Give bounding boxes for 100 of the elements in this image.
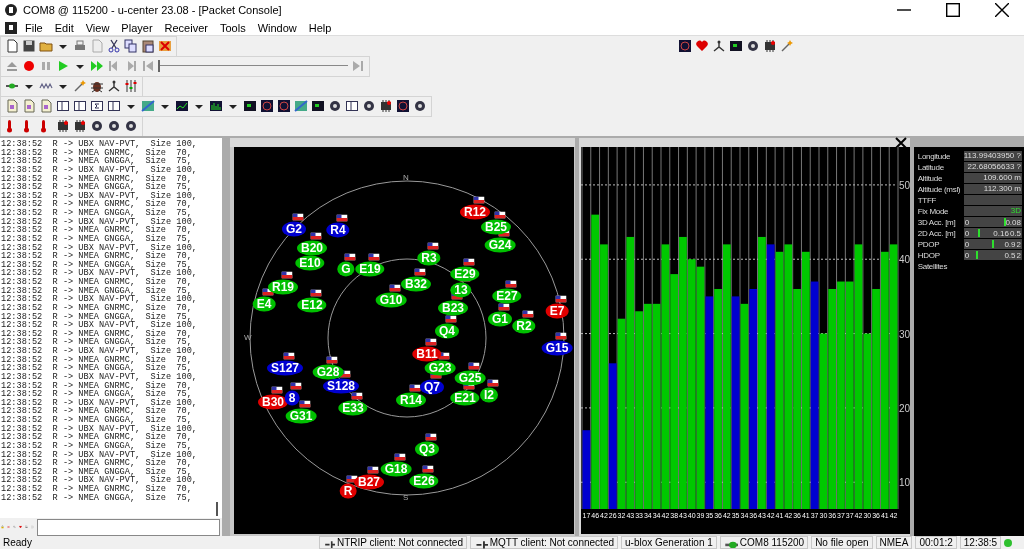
console-line: 12:38:52 R -> NMEA GNRMC, Size 70, [1, 433, 192, 442]
save-icon[interactable] [22, 39, 36, 53]
menu-item[interactable]: Receiver [159, 21, 213, 34]
status-text: COM8 115200 [739, 537, 805, 548]
gear-icon[interactable] [328, 99, 342, 113]
flag-icon [271, 386, 283, 394]
clipboard-icon[interactable] [141, 39, 155, 53]
monitor-icon[interactable] [243, 99, 257, 113]
info-value: 112.300 m [963, 184, 1022, 194]
menu-item[interactable]: Edit [49, 21, 79, 34]
gear-icon[interactable] [90, 119, 104, 133]
menu-item[interactable]: View [80, 21, 115, 34]
menu-item[interactable]: Tools [214, 21, 251, 34]
antenna-icon[interactable] [712, 39, 726, 53]
new-file-icon[interactable] [5, 39, 19, 53]
line-chart-icon[interactable] [175, 99, 189, 113]
chip-icon[interactable] [763, 39, 777, 53]
flag-icon [487, 379, 499, 387]
heart-icon[interactable] [695, 39, 709, 53]
satellite-marker: 8 [284, 390, 300, 406]
command-field[interactable] [37, 518, 220, 536]
console-line: 12:38:52 R -> NMEA GNGGA, Size 75, [1, 209, 192, 218]
info-label: Altitude [917, 173, 944, 183]
record-icon[interactable] [22, 59, 36, 73]
document-icon[interactable] [5, 99, 19, 113]
satellite-marker: E4 [252, 296, 276, 312]
window-title: COM8 @ 115200 - u-center 23.08 - [Packet Console] [23, 4, 283, 16]
flag-icon [281, 271, 293, 279]
info-label: Longitude [917, 151, 952, 161]
console-line: 12:38:52 R -> NMEA GNGGA, Size 75, [1, 390, 192, 399]
chip-icon[interactable] [73, 119, 87, 133]
satellite-marker: G31 [285, 408, 317, 424]
gear-icon[interactable] [107, 119, 121, 133]
scissors-icon[interactable] [107, 39, 121, 53]
wand-icon[interactable] [73, 79, 87, 93]
sum-icon[interactable] [90, 99, 104, 113]
satellite-marker: G1 [488, 311, 512, 327]
scrollbar-thumb[interactable] [216, 502, 218, 516]
chip-icon[interactable] [56, 119, 70, 133]
panel-icon[interactable] [345, 99, 359, 113]
close-icon[interactable] [893, 135, 908, 150]
maximize-icon[interactable] [946, 3, 960, 17]
globe-icon[interactable] [260, 99, 274, 113]
flag-icon [394, 453, 406, 461]
gear-icon[interactable] [124, 119, 138, 133]
satellite-marker: E12 [297, 297, 327, 313]
panel-icon[interactable] [73, 99, 87, 113]
info-label: Latitude [917, 162, 945, 172]
antenna-icon[interactable] [107, 79, 121, 93]
wand-icon[interactable] [780, 39, 794, 53]
flag-icon [445, 315, 457, 323]
info-value: 22.68056633 ? [963, 162, 1022, 172]
satellite-marker: G23 [424, 360, 456, 376]
globe-icon[interactable] [678, 39, 692, 53]
gear-icon[interactable] [362, 99, 376, 113]
map-icon[interactable] [141, 99, 155, 113]
axis-tick-label: 20 [898, 402, 910, 414]
satellite-marker: R4 [326, 222, 350, 238]
globe-icon[interactable] [396, 99, 410, 113]
menu-item[interactable]: Window [252, 21, 302, 34]
position-slider[interactable] [158, 60, 348, 72]
status-text: NMEA [875, 536, 913, 549]
gear-icon[interactable] [746, 39, 760, 53]
flag-icon [336, 214, 348, 222]
skip-start-icon[interactable] [141, 59, 155, 73]
flag-icon [425, 338, 437, 346]
info-value [963, 195, 1022, 205]
close-icon[interactable] [995, 3, 1009, 17]
menu-item[interactable]: Help [303, 21, 337, 34]
globe-icon[interactable] [277, 99, 291, 113]
satellite-marker: I2 [480, 387, 498, 403]
printer-icon[interactable] [73, 39, 87, 53]
satellite-marker: G28 [312, 364, 344, 380]
panel-icon[interactable] [56, 99, 70, 113]
gear-icon[interactable] [413, 99, 427, 113]
menu-item[interactable]: Player [116, 21, 158, 34]
flag-icon [463, 258, 475, 266]
satellite-marker: B11 [412, 346, 442, 362]
monitor-icon[interactable] [311, 99, 325, 113]
copy-icon[interactable] [124, 39, 138, 53]
bar-chart-icon[interactable] [209, 99, 223, 113]
satellite-marker: E19 [355, 261, 385, 277]
document-icon[interactable] [22, 99, 36, 113]
panel-icon[interactable] [107, 99, 121, 113]
monitor-icon[interactable] [729, 39, 743, 53]
bug-icon[interactable] [90, 79, 104, 93]
map-icon[interactable] [294, 99, 308, 113]
cross-icon[interactable] [158, 39, 172, 53]
console-line: 12:38:52 R -> NMEA GNGGA, Size 75, [1, 416, 192, 425]
sliders-icon[interactable] [124, 79, 138, 93]
console-line: 12:38:52 R -> NMEA GNRMC, Size 70, [1, 226, 192, 235]
info-label: Satellites [917, 261, 949, 271]
chip-icon[interactable] [379, 99, 393, 113]
satellite-marker: G18 [380, 461, 412, 477]
flag-icon [522, 310, 534, 318]
console-line: 12:38:52 R -> NMEA GNGGA, Size 75, [1, 493, 193, 503]
console-line: 12:38:52 R -> UBX NAV-PVT, Size 100, [1, 372, 198, 382]
folder-icon[interactable] [39, 39, 53, 53]
menu-item[interactable]: File [20, 21, 48, 34]
console-line: 12:38:52 R -> NMEA GNGGA, Size 75, [1, 364, 192, 373]
